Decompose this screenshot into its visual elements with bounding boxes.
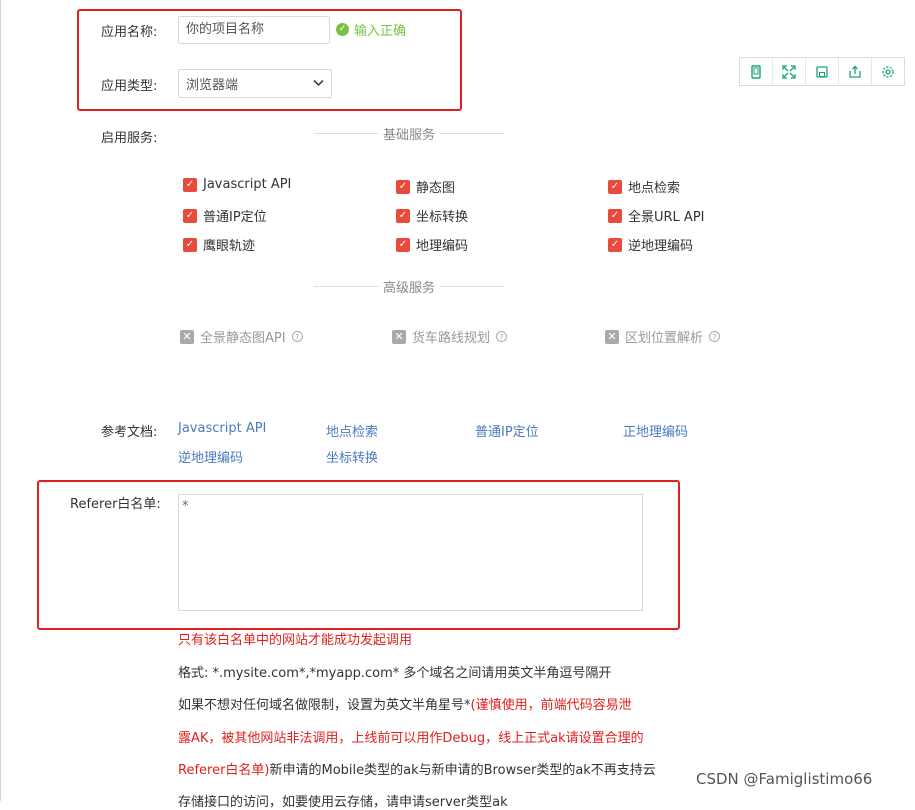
service-place-search[interactable]: ✓ 地点检索	[608, 177, 680, 196]
checkbox-checked-icon[interactable]: ✓	[396, 237, 410, 252]
checkbox-disabled-icon: ✕	[392, 329, 406, 344]
csdn-watermark: CSDN @Famiglistimo66	[696, 770, 873, 788]
checkbox-checked-icon[interactable]: ✓	[608, 237, 622, 252]
save-icon[interactable]	[806, 58, 839, 85]
note-line-1: 只有该白名单中的网站才能成功发起调用	[178, 633, 413, 648]
validation-text: 输入正确	[354, 24, 407, 39]
basic-services-title: 基础服务	[314, 124, 505, 143]
checkbox-checked-icon[interactable]: ✓	[183, 177, 197, 192]
service-region-parse: ✕ 区划位置解析 ?	[605, 327, 721, 346]
checkbox-checked-icon[interactable]: ✓	[608, 179, 622, 194]
note-line-2: 格式: *.mysite.com*,*myapp.com* 多个域名之间请用英文…	[178, 666, 612, 681]
check-circle-icon: ✓	[336, 23, 349, 36]
app-type-value: 浏览器端	[186, 78, 239, 93]
chevron-down-icon	[313, 77, 324, 90]
docs-label: 参考文档:	[101, 425, 158, 440]
service-truck-routing: ✕ 货车路线规划 ?	[392, 327, 508, 346]
app-type-label: 应用类型:	[101, 79, 158, 94]
app-name-value: 你的项目名称	[186, 22, 265, 37]
note-line-4: 露AK，被其他网站非法调用，上线前可以用作Debug，线上正式ak请设置合理的	[178, 731, 644, 746]
help-icon[interactable]: ?	[496, 331, 508, 342]
service-ip-location[interactable]: ✓ 普通IP定位	[183, 206, 267, 225]
referer-label: Referer白名单:	[70, 497, 161, 512]
referer-value: *	[182, 499, 189, 514]
settings-icon[interactable]	[872, 58, 904, 85]
doc-link-javascript-api[interactable]: Javascript API	[178, 421, 266, 436]
note-line-5: Referer白名单)新申请的Mobile类型的ak与新申请的Browser类型…	[178, 763, 656, 778]
doc-link-reverse-geocoding[interactable]: 逆地理编码	[178, 447, 243, 466]
app-type-select[interactable]: 浏览器端	[178, 69, 332, 98]
share-icon[interactable]	[839, 58, 872, 85]
checkbox-checked-icon[interactable]: ✓	[396, 179, 410, 194]
app-name-input[interactable]: 你的项目名称	[178, 16, 330, 44]
service-reverse-geocoding[interactable]: ✓ 逆地理编码	[608, 235, 693, 254]
doc-link-place-search[interactable]: 地点检索	[326, 421, 378, 440]
help-icon[interactable]: ?	[709, 331, 721, 342]
doc-link-geocoding[interactable]: 正地理编码	[623, 421, 688, 440]
app-name-label: 应用名称:	[101, 25, 158, 40]
referer-textarea[interactable]: *	[178, 494, 643, 611]
advanced-services-title: 高级服务	[314, 277, 505, 296]
validation-status: ✓ 输入正确	[336, 20, 406, 39]
service-panorama-url[interactable]: ✓ 全景URL API	[608, 206, 705, 225]
checkbox-disabled-icon: ✕	[180, 329, 194, 344]
service-panorama-static: ✕ 全景静态图API ?	[180, 327, 303, 346]
doc-link-ip-location[interactable]: 普通IP定位	[475, 421, 539, 440]
checkbox-checked-icon[interactable]: ✓	[396, 208, 410, 223]
service-eagle-track[interactable]: ✓ 鹰眼轨迹	[183, 235, 255, 254]
doc-link-coord-convert[interactable]: 坐标转换	[326, 447, 378, 466]
service-geocoding[interactable]: ✓ 地理编码	[396, 235, 468, 254]
service-static-map[interactable]: ✓ 静态图	[396, 177, 455, 196]
floating-toolbar	[739, 57, 905, 86]
checkbox-checked-icon[interactable]: ✓	[608, 208, 622, 223]
checkbox-disabled-icon: ✕	[605, 329, 619, 344]
help-icon[interactable]: ?	[291, 331, 303, 342]
checkbox-checked-icon[interactable]: ✓	[183, 208, 197, 223]
expand-icon[interactable]	[773, 58, 806, 85]
left-border	[0, 0, 1, 801]
service-javascript-api[interactable]: ✓ Javascript API	[183, 177, 291, 192]
service-coord-convert[interactable]: ✓ 坐标转换	[396, 206, 468, 225]
services-label: 启用服务:	[101, 131, 158, 146]
phone-icon[interactable]	[740, 58, 773, 85]
checkbox-checked-icon[interactable]: ✓	[183, 237, 197, 252]
note-line-3: 如果不想对任何域名做限制，设置为英文半角星号*(谨慎使用，前端代码容易泄	[178, 698, 632, 713]
